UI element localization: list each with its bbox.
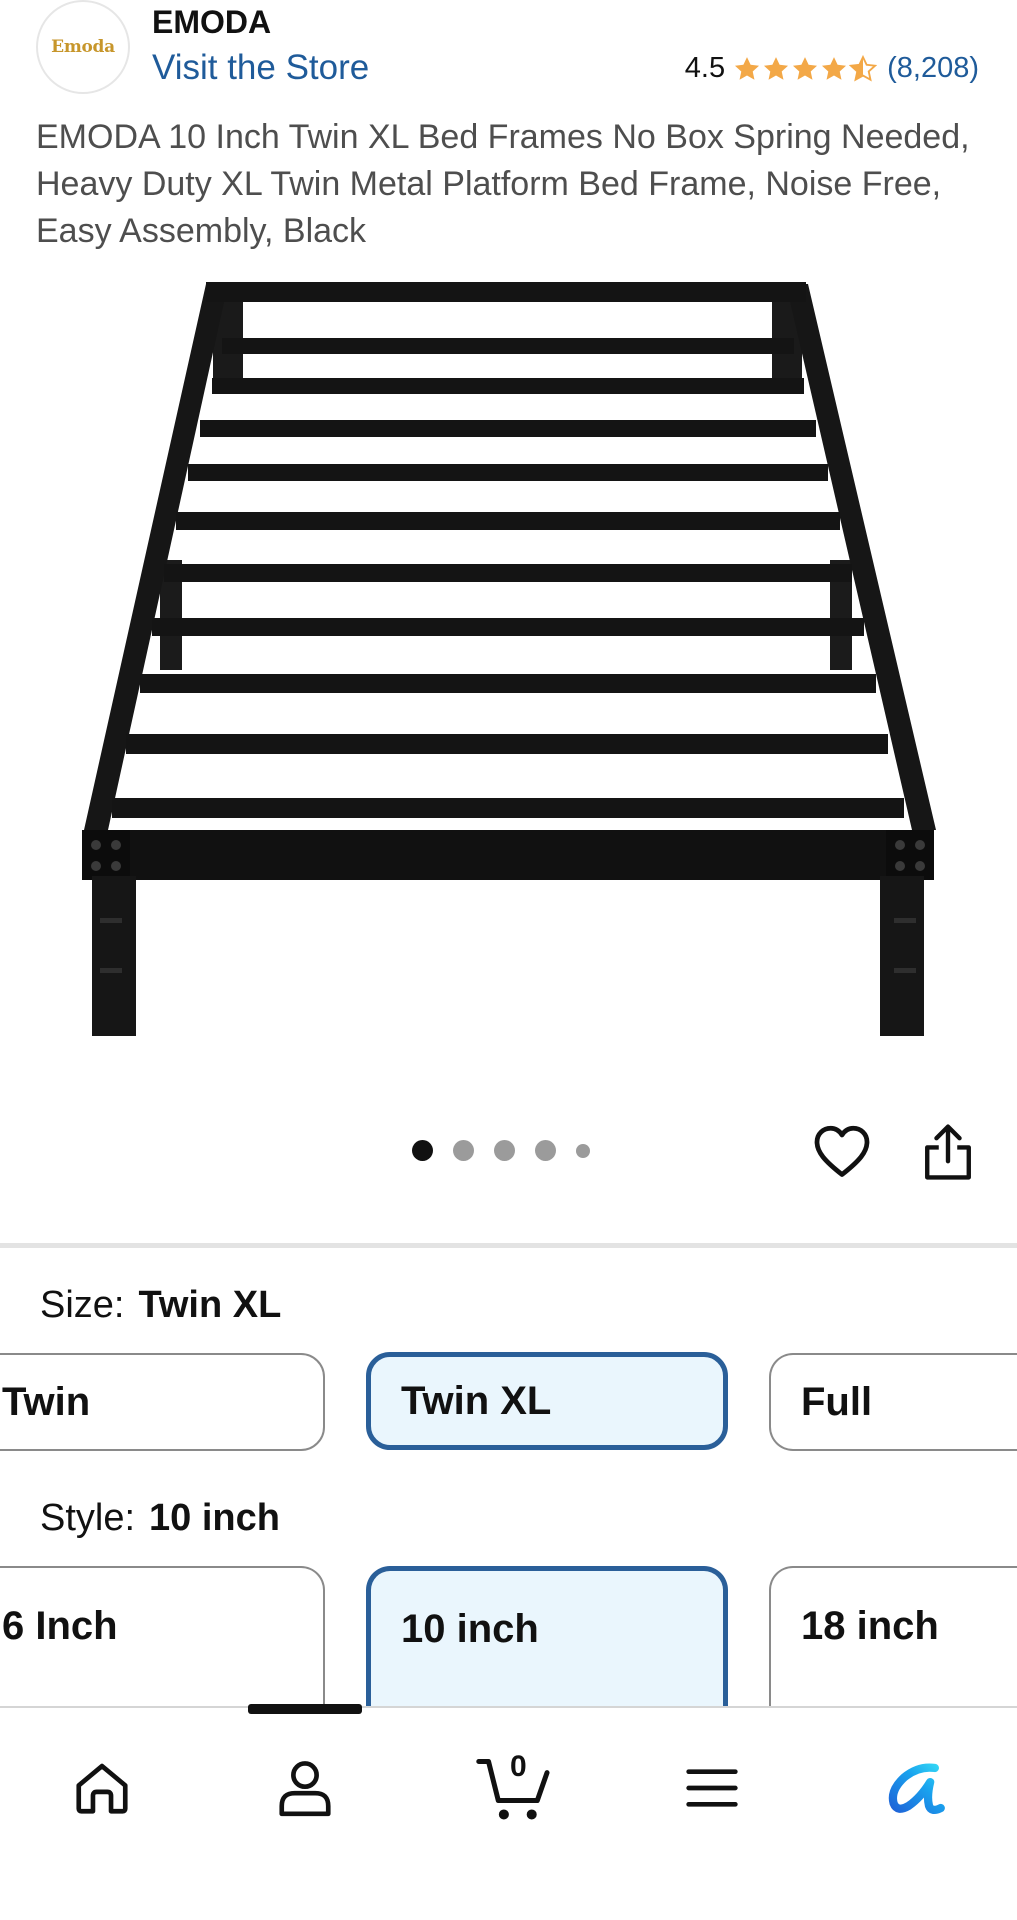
rufus-ai-icon (888, 1763, 945, 1815)
carousel-dot[interactable] (535, 1140, 556, 1161)
carousel-dot[interactable] (576, 1143, 590, 1158)
style-label: Style: (40, 1497, 136, 1539)
option-label: Twin XL (401, 1378, 552, 1423)
star-icon (764, 56, 789, 80)
option-label: 6 Inch (2, 1604, 118, 1648)
size-option-twin-xl[interactable]: Twin XL (366, 1352, 728, 1450)
star-icon (793, 56, 818, 80)
option-label: 18 inch (801, 1604, 939, 1648)
option-label: 10 inch (401, 1607, 539, 1651)
menu-icon (686, 1769, 738, 1807)
carousel-dot[interactable] (494, 1140, 515, 1161)
carousel-dot[interactable] (453, 1140, 474, 1161)
carousel-dot-active[interactable] (412, 1140, 433, 1161)
size-label-row: Size: Twin XL (40, 1284, 281, 1327)
nav-rufus[interactable] (876, 1748, 956, 1828)
active-tab-indicator (248, 1704, 362, 1714)
brand-name: EMODA (152, 4, 272, 40)
product-title: EMODA 10 Inch Twin XL Bed Frames No Box … (36, 118, 970, 250)
nav-account[interactable] (265, 1748, 345, 1828)
style-selected-value: 10 inch (149, 1497, 280, 1539)
section-divider (0, 1243, 1017, 1248)
star-icon (735, 56, 760, 80)
size-selected-value: Twin XL (138, 1284, 282, 1326)
cart-count: 0 (510, 1750, 527, 1783)
option-label: Full (801, 1379, 873, 1424)
rating-summary[interactable]: 4.5 (8,208) (685, 52, 979, 85)
heart-icon[interactable] (812, 1122, 872, 1182)
rating-count-link[interactable]: (8,208) (887, 52, 979, 85)
style-option-6-inch[interactable]: 6 Inch (0, 1566, 325, 1706)
star-icon (822, 56, 847, 80)
rating-value: 4.5 (684, 52, 726, 84)
share-icon[interactable] (920, 1122, 976, 1182)
image-carousel-dots[interactable] (412, 1140, 590, 1161)
home-icon (76, 1763, 128, 1814)
star-rating (733, 54, 878, 83)
nav-menu[interactable] (672, 1748, 752, 1828)
size-option-twin[interactable]: Twin (0, 1353, 325, 1451)
bottom-nav-bar: 0 (0, 1704, 1017, 1920)
brand-header: Emoda EMODA Visit the Store 4.5 (8,208) (0, 0, 1017, 100)
nav-cart[interactable]: 0 (470, 1748, 560, 1828)
option-label: Twin (2, 1379, 91, 1424)
style-option-10-inch[interactable]: 10 inch (366, 1566, 728, 1706)
size-label: Size: (40, 1284, 125, 1326)
product-image[interactable] (0, 270, 1017, 1050)
half-star-icon (849, 54, 878, 82)
account-icon (279, 1761, 331, 1817)
visit-store-link[interactable]: Visit the Store (152, 48, 369, 88)
nav-home[interactable] (62, 1748, 142, 1828)
style-option-18-inch[interactable]: 18 inch (769, 1566, 1017, 1706)
size-option-full[interactable]: Full (769, 1353, 1017, 1451)
store-logo-text: Emoda (51, 37, 115, 57)
style-label-row: Style: 10 inch (40, 1497, 280, 1540)
store-logo[interactable]: Emoda (36, 0, 130, 94)
